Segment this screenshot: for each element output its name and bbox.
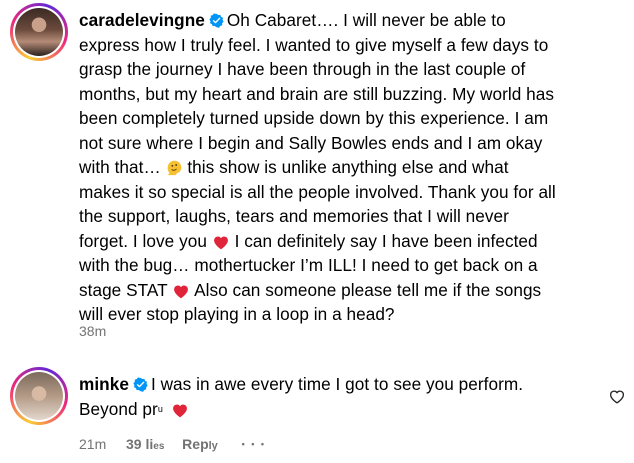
reply-text: Rep	[182, 436, 209, 452]
comment-line-2: Beyond pru	[79, 397, 599, 422]
like-count[interactable]: 39 lies	[126, 436, 164, 452]
comment-line-11: with the bug… mothertucker I’m ILL! I ne…	[79, 255, 538, 275]
username[interactable]: caradelevingne	[79, 10, 205, 30]
comment-text-fragment: u	[157, 403, 163, 414]
comment-meta: 38m	[79, 323, 106, 339]
red-heart-icon	[174, 285, 189, 298]
comment-text: stage STAT	[79, 279, 173, 300]
comment-text: Oh Cabaret…. I will never be able to	[226, 10, 506, 30]
melting-face-icon	[167, 160, 181, 176]
comment-line-13: will ever stop playing in a loop in a he…	[79, 304, 395, 324]
verified-badge-icon	[133, 377, 148, 392]
comment-line-5: been completely turned upside down by th…	[79, 108, 549, 128]
heart-outline-icon[interactable]	[609, 389, 625, 404]
username[interactable]: minke	[79, 374, 129, 394]
reply-text-partial: ly	[208, 440, 218, 452]
comment-line-1: minke I was in awe every time I got to se…	[79, 372, 599, 397]
comment-line-4: months, but my heart and brain are still…	[79, 83, 555, 104]
comment-minke: minke I was in awe every time I got to se…	[79, 372, 599, 421]
avatar-photo	[15, 8, 63, 56]
comment-text: this show is unlike anything else and wh…	[182, 157, 509, 177]
avatar-minke[interactable]	[10, 367, 68, 425]
comment-text: I was in awe every time I got to see you…	[150, 374, 524, 394]
red-heart-icon	[213, 236, 228, 249]
red-heart-icon	[172, 404, 187, 417]
comment-line-6: not sure where I begin and Sally Bowles …	[79, 132, 543, 153]
comment-text: forget. I love you	[79, 230, 212, 251]
timestamp: 21m	[79, 436, 107, 452]
comment-line-2: express how I truly feel. I wanted to gi…	[79, 34, 549, 55]
like-count-text: 39 li	[126, 436, 154, 452]
comment-text: with that…	[79, 157, 166, 177]
comment-text: Beyond pr	[79, 398, 158, 419]
comment-text: I can definitely say I have been infecte…	[229, 230, 538, 251]
verified-badge-icon	[209, 13, 224, 28]
comment-text: Also can someone please tell me if the s…	[190, 279, 542, 300]
comment-line-3: grasp the journey I have been through in…	[79, 59, 526, 79]
reply-button[interactable]: Reply	[182, 436, 218, 452]
timestamp: 38m	[79, 323, 107, 339]
more-options-icon[interactable]: • • •	[242, 439, 266, 449]
avatar-ring-inner	[13, 6, 65, 58]
like-count-text-partial: es	[153, 441, 165, 452]
comment-meta: 21m 39 lies Reply • • •	[79, 436, 266, 452]
avatar-photo	[15, 372, 63, 420]
comment-caradelevingne: caradelevingne Oh Cabaret…. I will never …	[79, 8, 619, 327]
comment-line-1: caradelevingne Oh Cabaret…. I will never …	[79, 8, 619, 33]
avatar-ring-inner	[13, 370, 65, 422]
comment-line-12: stage STAT Also can someone please tell …	[79, 278, 619, 303]
comment-line-7: with that… this show is unlike anything …	[79, 155, 619, 180]
comment-line-9: the support, laughs, tears and memories …	[79, 206, 509, 226]
comment-line-8: makes it so special is all the people in…	[79, 181, 556, 202]
avatar-caradelevingne[interactable]	[10, 3, 68, 61]
comment-line-10: forget. I love you I can definitely say …	[79, 229, 619, 254]
